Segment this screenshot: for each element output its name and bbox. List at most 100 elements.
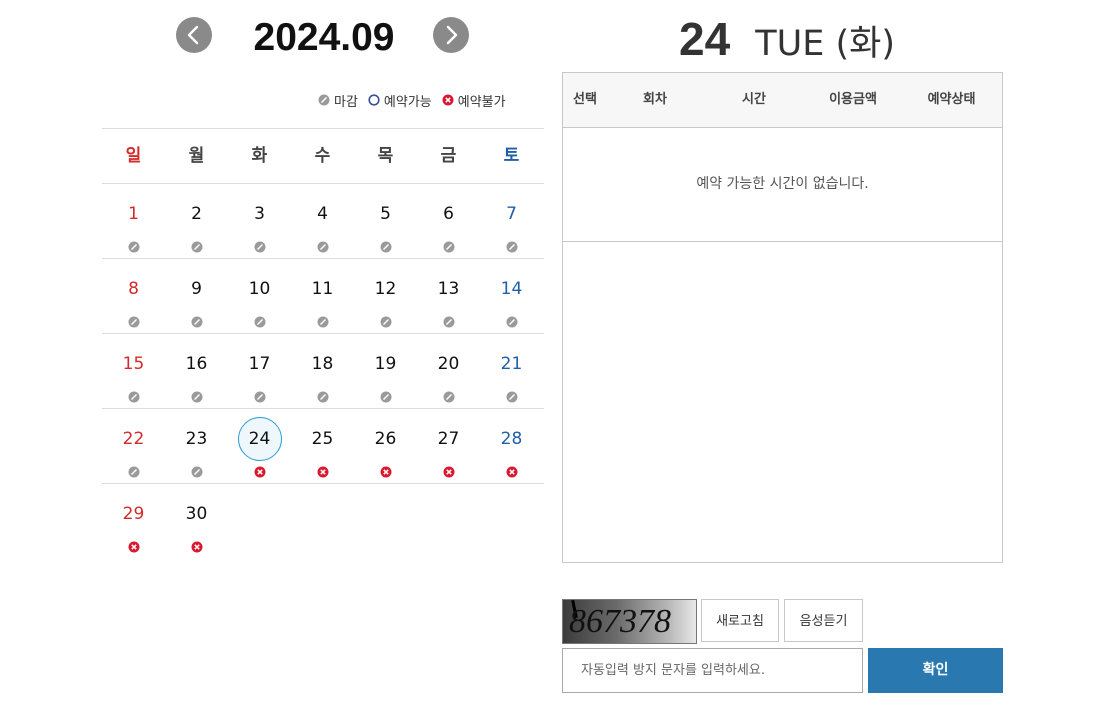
status-legend: 마감 예약가능 예약불가 — [318, 91, 544, 110]
closed-status-icon — [191, 238, 203, 253]
calendar-day-5[interactable]: 5 — [354, 184, 417, 258]
closed-status-icon — [128, 313, 140, 328]
closed-status-icon — [506, 313, 518, 328]
legend-available: 예약가능 — [368, 91, 432, 110]
unavailable-status-icon — [191, 538, 203, 553]
unavailable-status-icon — [128, 538, 140, 553]
calendar-day-22[interactable]: 22 — [102, 409, 165, 483]
prev-month-button[interactable] — [176, 17, 212, 53]
calendar-day-20[interactable]: 20 — [417, 334, 480, 408]
next-month-button[interactable] — [433, 17, 469, 53]
calendar-day-17[interactable]: 17 — [228, 334, 291, 408]
calendar-day-14[interactable]: 14 — [480, 259, 543, 333]
day-number: 12 — [374, 279, 397, 299]
closed-status-icon — [191, 463, 203, 478]
header-time: 시간 — [742, 92, 766, 107]
calendar-day-3[interactable]: 3 — [228, 184, 291, 258]
day-number: 13 — [437, 279, 460, 299]
calendar-header: 2024.09 — [176, 14, 470, 60]
calendar-day-7[interactable]: 7 — [480, 184, 543, 258]
day-number: 7 — [506, 204, 517, 224]
calendar-day-4[interactable]: 4 — [291, 184, 354, 258]
empty-slots-message: 예약 가능한 시간이 없습니다. — [563, 128, 1002, 242]
legend-available-label: 예약가능 — [383, 94, 432, 110]
calendar-day-1[interactable]: 1 — [102, 184, 165, 258]
calendar-day-29[interactable]: 29 — [102, 484, 165, 558]
calendar-day-18[interactable]: 18 — [291, 334, 354, 408]
closed-status-icon — [254, 388, 266, 403]
calendar-day-28[interactable]: 28 — [480, 409, 543, 483]
captcha-audio-button[interactable]: 음성듣기 — [784, 599, 863, 642]
day-number: 3 — [254, 204, 265, 224]
day-number: 11 — [311, 279, 334, 299]
weekday-header: 일 월 화 수 목 금 토 — [102, 129, 544, 184]
closed-status-icon — [254, 238, 266, 253]
day-number: 5 — [380, 204, 391, 224]
day-number: 19 — [374, 354, 397, 374]
header-round: 회차 — [643, 92, 667, 107]
unavailable-status-icon — [506, 463, 518, 478]
closed-status-icon — [317, 388, 329, 403]
weekday-fri: 금 — [440, 146, 457, 166]
header-status: 예약상태 — [927, 92, 976, 107]
calendar-day-empty — [480, 484, 543, 558]
day-number: 25 — [311, 429, 334, 449]
calendar-day-12[interactable]: 12 — [354, 259, 417, 333]
calendar-day-empty — [354, 484, 417, 558]
calendar-week-row: 8 9 10 11 12 13 14 — [102, 259, 544, 334]
chevron-left-icon — [187, 25, 199, 45]
closed-status-icon — [506, 388, 518, 403]
captcha-code: 867378 — [569, 603, 671, 640]
calendar-day-26[interactable]: 26 — [354, 409, 417, 483]
calendar-week-row: 15 16 17 18 19 20 21 — [102, 334, 544, 409]
legend-unavailable-label: 예약불가 — [457, 94, 506, 110]
day-number: 27 — [437, 429, 460, 449]
weekday-tue: 화 — [251, 146, 268, 166]
closed-status-icon — [380, 238, 392, 253]
weekday-wed: 수 — [314, 146, 331, 166]
closed-status-icon — [317, 313, 329, 328]
calendar-day-2[interactable]: 2 — [165, 184, 228, 258]
calendar-day-24[interactable]: 24 — [228, 409, 291, 483]
closed-status-icon — [191, 388, 203, 403]
unavailable-status-icon — [380, 463, 392, 478]
day-number: 22 — [122, 429, 145, 449]
calendar-day-16[interactable]: 16 — [165, 334, 228, 408]
weekday-sun: 일 — [125, 146, 142, 166]
closed-status-icon — [317, 238, 329, 253]
legend-closed: 마감 — [318, 91, 358, 110]
calendar-day-21[interactable]: 21 — [480, 334, 543, 408]
calendar-day-19[interactable]: 19 — [354, 334, 417, 408]
closed-status-icon — [443, 388, 455, 403]
calendar-weeks: 1 2 3 4 5 6 7 8 9 10 11 12 13 14 15 16 17 18 19 20 21 22 23 24 2… — [102, 184, 544, 558]
header-select: 선택 — [573, 92, 597, 107]
calendar-day-13[interactable]: 13 — [417, 259, 480, 333]
closed-status-icon — [318, 94, 330, 106]
calendar-day-15[interactable]: 15 — [102, 334, 165, 408]
closed-status-icon — [443, 313, 455, 328]
calendar-day-27[interactable]: 27 — [417, 409, 480, 483]
calendar-day-6[interactable]: 6 — [417, 184, 480, 258]
captcha-input[interactable] — [562, 648, 863, 693]
calendar-day-10[interactable]: 10 — [228, 259, 291, 333]
selected-weekday: TUE (화) — [755, 24, 896, 64]
calendar-day-8[interactable]: 8 — [102, 259, 165, 333]
calendar-day-23[interactable]: 23 — [165, 409, 228, 483]
day-number: 4 — [317, 204, 328, 224]
captcha-refresh-button[interactable]: 새로고침 — [701, 599, 779, 642]
calendar-day-9[interactable]: 9 — [165, 259, 228, 333]
calendar-day-25[interactable]: 25 — [291, 409, 354, 483]
calendar-week-row: 29 30 — [102, 484, 544, 558]
day-number: 16 — [185, 354, 208, 374]
header-price: 이용금액 — [829, 92, 877, 107]
calendar-day-empty — [291, 484, 354, 558]
calendar-day-30[interactable]: 30 — [165, 484, 228, 558]
day-number: 24 — [237, 417, 282, 461]
month-title: 2024.09 — [253, 16, 395, 59]
calendar-day-11[interactable]: 11 — [291, 259, 354, 333]
closed-status-icon — [128, 388, 140, 403]
confirm-button[interactable]: 확인 — [868, 648, 1003, 693]
legend-unavailable: 예약불가 — [442, 91, 506, 110]
unavailable-status-icon — [442, 94, 454, 106]
closed-status-icon — [506, 238, 518, 253]
